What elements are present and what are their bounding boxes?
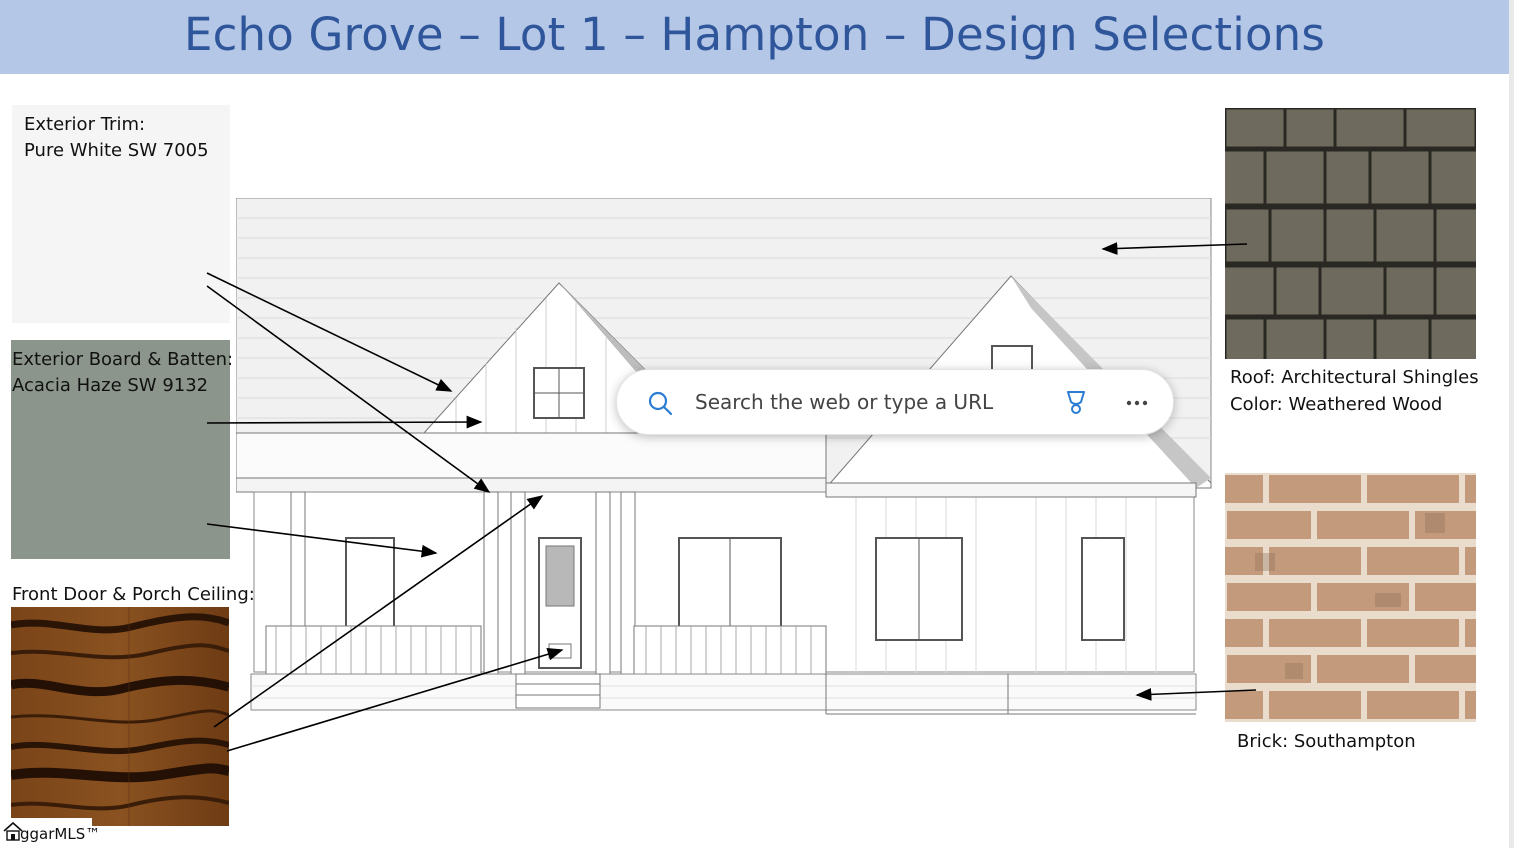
house-elevation [235,197,1213,718]
more-icon[interactable] [1123,390,1151,416]
batten-color-label: Acacia Haze SW 9132 [12,375,209,396]
roof-label: Roof: Architectural Shingles [1230,367,1479,388]
trophy-icon[interactable] [1063,389,1089,417]
door-label: Front Door & Porch Ceiling: [12,584,255,605]
mls-watermark: ggarMLS™ [0,818,100,848]
trim-label: Exterior Trim: [24,114,146,135]
batten-label: Exterior Board & Batten: [12,349,234,370]
page-title: Echo Grove – Lot 1 – Hampton – Design Se… [183,8,1326,61]
brick-label: Brick: Southampton [1237,731,1416,752]
roof-swatch [1225,108,1476,359]
roof-color-label: Color: Weathered Wood [1230,394,1443,415]
wood-swatch [11,607,229,826]
trim-color-label: Pure White SW 7005 [24,140,209,161]
watermark-text: ggarMLS™ [20,825,101,843]
search-icon[interactable] [647,390,673,416]
address-search-bar[interactable]: Search the web or type a URL [616,369,1174,435]
right-edge [1509,0,1514,848]
header-banner: Echo Grove – Lot 1 – Hampton – Design Se… [0,0,1509,74]
search-input[interactable]: Search the web or type a URL [695,390,993,414]
brick-swatch [1225,473,1476,722]
